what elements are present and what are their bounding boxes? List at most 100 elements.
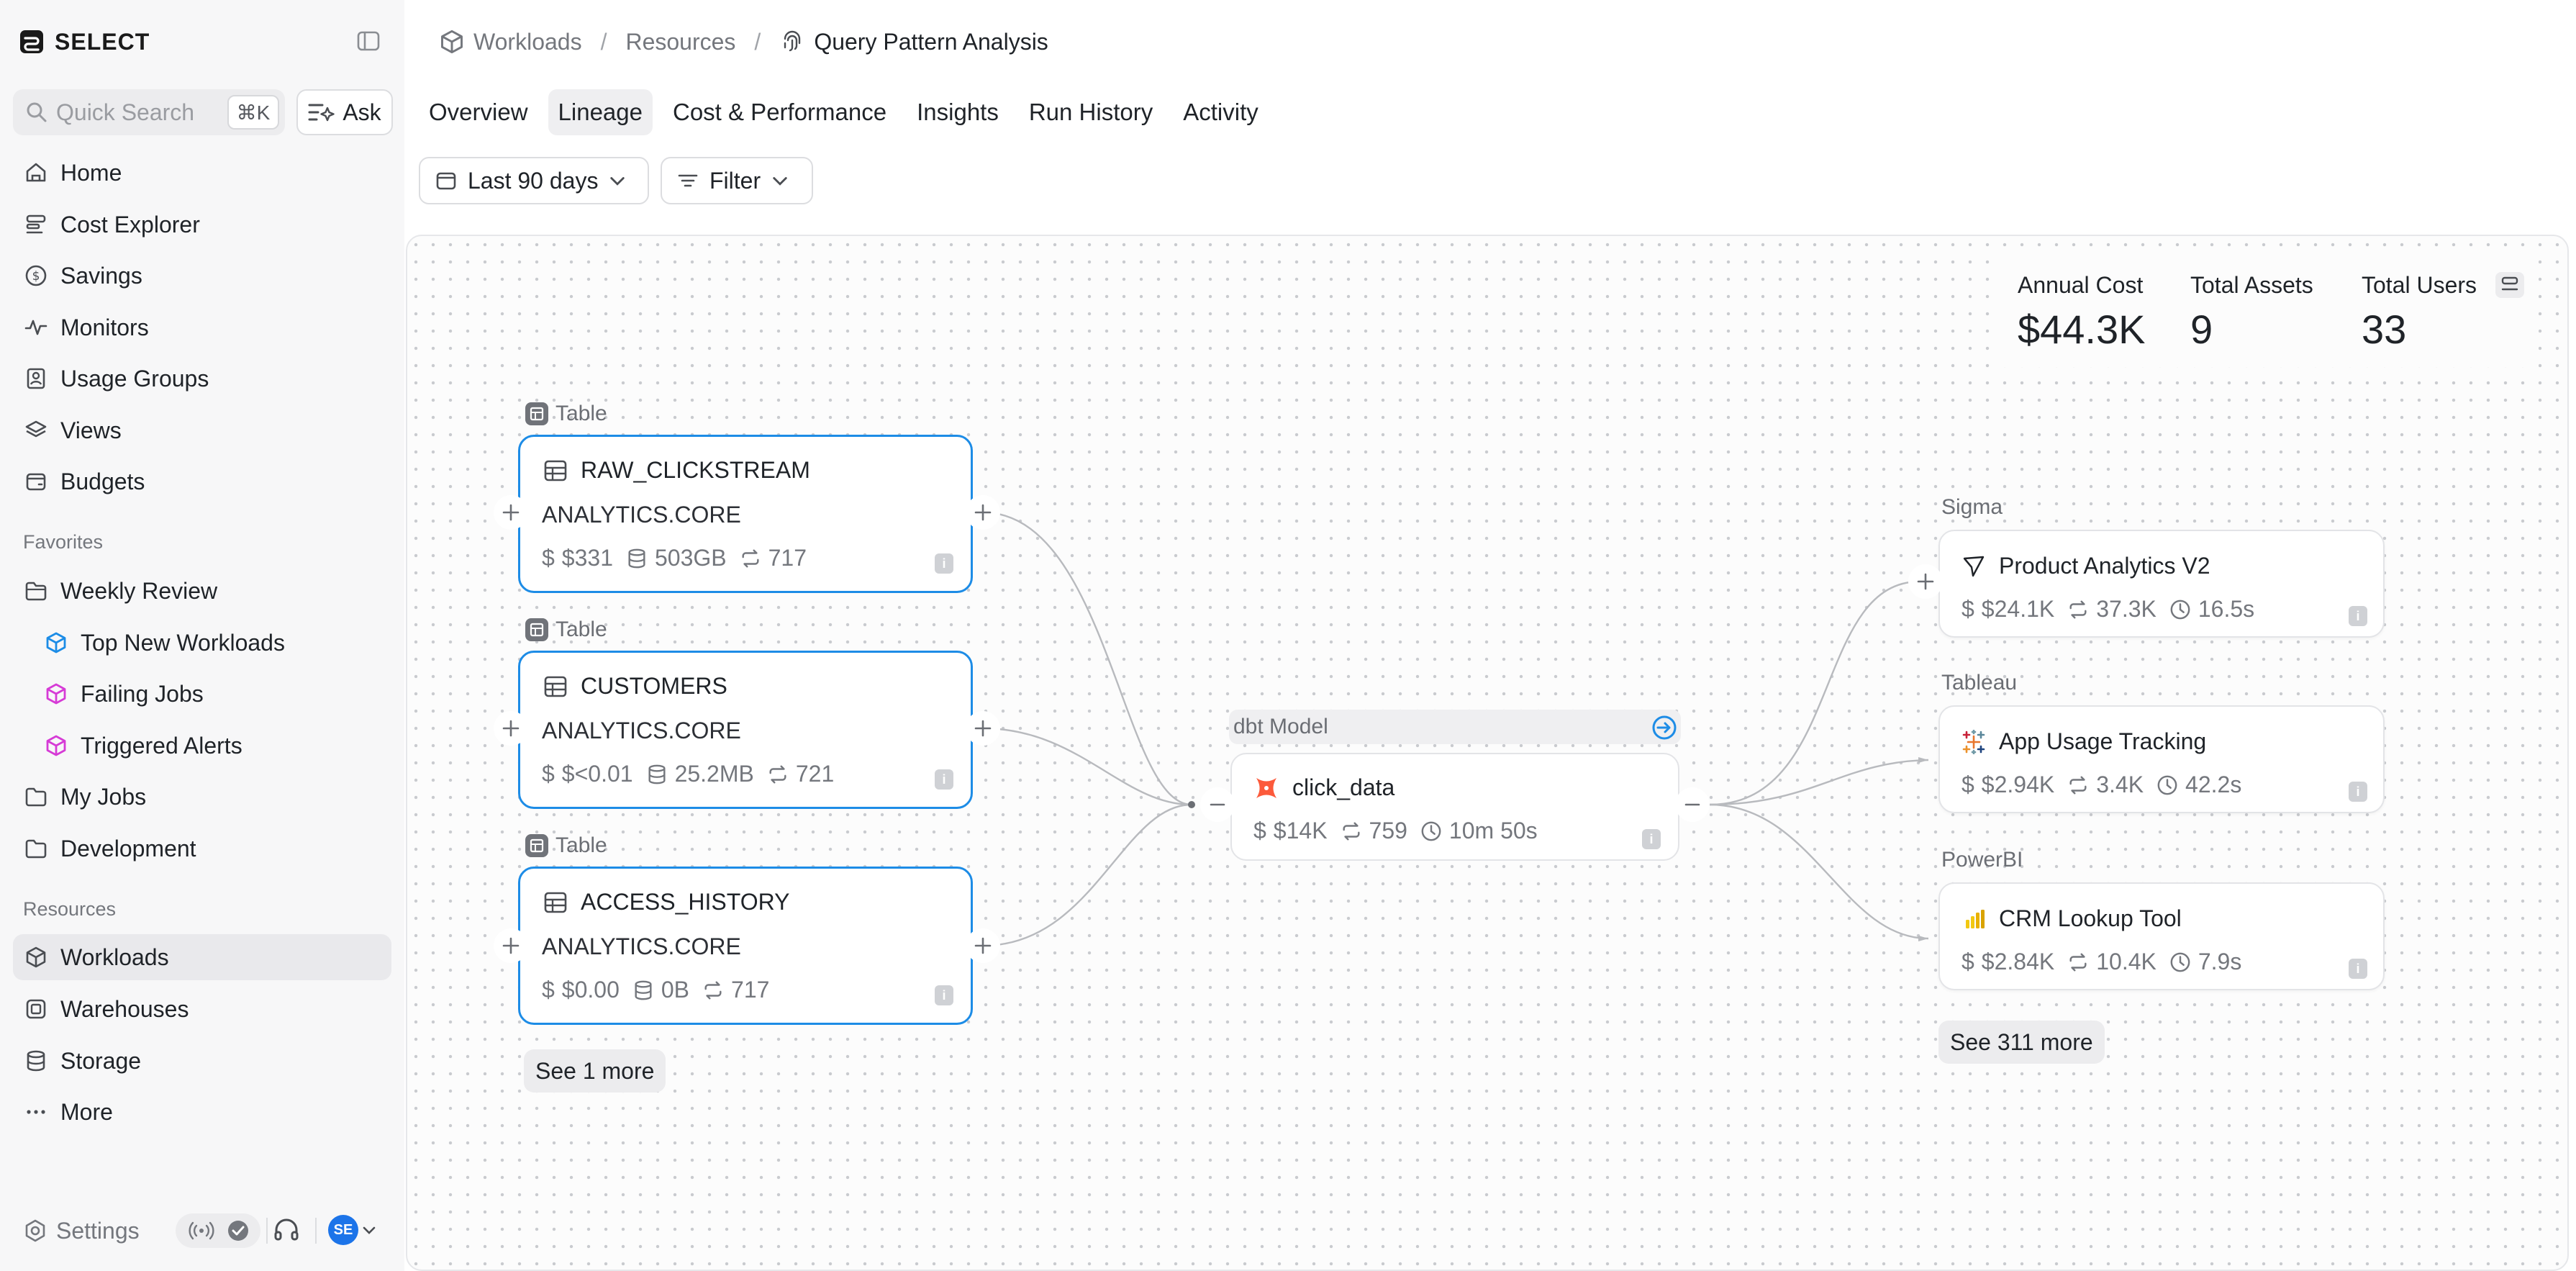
tab-run-history[interactable]: Run History (1019, 89, 1163, 135)
nav-home-label: Home (60, 159, 122, 186)
nav-usage-groups[interactable]: Usage Groups (13, 356, 391, 402)
info-icon[interactable]: i (2349, 782, 2367, 802)
nav-savings[interactable]: $ Savings (13, 253, 391, 299)
expand-downstream-handle[interactable] (966, 928, 1000, 963)
bi-node-crm-lookup-tool[interactable]: CRM Lookup Tool $ $2.84K 10.4K 7.9s i (1938, 882, 2385, 990)
nav-storage-label: Storage (60, 1047, 142, 1074)
ask-button[interactable]: Ask (296, 89, 393, 135)
total-users-stat: Total Users 33 (2362, 272, 2477, 353)
info-icon[interactable]: i (2349, 606, 2367, 626)
breadcrumb-current: Query Pattern Analysis (814, 28, 1048, 55)
nav-cost-explorer-label: Cost Explorer (60, 211, 200, 238)
sidebar-footer: Settings SE (13, 1208, 391, 1254)
runs-value: 759 (1369, 818, 1407, 843)
tab-insights[interactable]: Insights (907, 89, 1009, 135)
node-metrics: $ $24.1K 37.3K 16.5s (1962, 596, 2254, 623)
expand-upstream-handle[interactable] (494, 711, 528, 746)
more-icon (23, 1099, 49, 1125)
info-icon[interactable]: i (935, 553, 953, 574)
favorite-development[interactable]: Development (13, 826, 391, 872)
layers-icon (23, 417, 49, 443)
nav-budgets-label: Budgets (60, 468, 145, 494)
favorite-failing-jobs[interactable]: Failing Jobs (13, 671, 391, 717)
tab-lineage[interactable]: Lineage (548, 89, 653, 135)
node-metrics: $ $<0.01 25.2MB 721 (542, 761, 834, 787)
expand-upstream-handle[interactable] (1908, 564, 1943, 599)
nav-savings-label: Savings (60, 262, 142, 289)
info-icon[interactable]: i (935, 985, 953, 1005)
info-icon[interactable]: i (2349, 959, 2367, 979)
collapse-downstream-handle[interactable] (1675, 787, 1710, 822)
connection-status[interactable] (176, 1213, 260, 1248)
nav-home[interactable]: Home (13, 150, 391, 196)
favorite-triggered-alerts[interactable]: Triggered Alerts (13, 723, 391, 769)
nav-budgets[interactable]: Budgets (13, 458, 391, 505)
breadcrumb-resources[interactable]: Resources (625, 29, 735, 55)
table-node-access-history[interactable]: ACCESS_HISTORY ANALYTICS.CORE $ $0.00 0B … (518, 867, 973, 1025)
collapse-upstream-handle[interactable] (1200, 787, 1235, 822)
size-value: 0B (661, 977, 690, 1003)
headset-icon[interactable] (272, 1216, 301, 1245)
tab-overview[interactable]: Overview (419, 89, 538, 135)
date-range-select[interactable]: Last 90 days (419, 157, 649, 204)
avatar: SE (328, 1215, 358, 1245)
bi-group-label-powerbi: PowerBI (1941, 848, 2023, 872)
tab-activity[interactable]: Activity (1173, 89, 1269, 135)
cost-value: $2.84K (1981, 949, 2055, 974)
clock-icon (2170, 600, 2190, 619)
dbt-model-node[interactable]: click_data $ $14K 759 10m 50s i (1230, 753, 1679, 861)
expand-downstream-handle[interactable] (966, 495, 1000, 530)
favorite-top-new-workloads[interactable]: Top New Workloads (13, 620, 391, 666)
breadcrumb-separator: / (600, 28, 607, 55)
duration-metric: 42.2s (2157, 772, 2241, 798)
filter-button[interactable]: Filter (661, 157, 813, 204)
dollar-icon: $ (1962, 596, 1974, 622)
nav-warehouses[interactable]: Warehouses (13, 986, 391, 1032)
cube-icon (441, 30, 463, 54)
database-icon (648, 764, 666, 784)
bi-group-label-sigma: Sigma (1941, 495, 2003, 519)
nav-workloads[interactable]: Workloads (13, 934, 391, 980)
nav-monitors[interactable]: Monitors (13, 304, 391, 350)
nav-storage[interactable]: Storage (13, 1038, 391, 1084)
sidebar-toggle-icon[interactable] (357, 30, 381, 52)
see-more-upstream-button[interactable]: See 1 more (524, 1049, 666, 1093)
model-name: click_data (1292, 774, 1395, 800)
filter-icon (678, 174, 698, 187)
expand-upstream-handle[interactable] (494, 495, 528, 530)
table-icon (525, 402, 548, 425)
settings-button[interactable]: Settings (13, 1218, 140, 1244)
nav-cost-explorer[interactable]: Cost Explorer (13, 202, 391, 248)
see-more-downstream-button[interactable]: See 311 more (1938, 1021, 2105, 1064)
nav-more[interactable]: More (13, 1089, 391, 1135)
info-icon[interactable]: i (1642, 829, 1661, 849)
favorite-my-jobs[interactable]: My Jobs (13, 774, 391, 820)
dollar-icon: $ (1253, 818, 1266, 843)
duration-metric: 10m 50s (1420, 818, 1538, 844)
expand-upstream-handle[interactable] (494, 928, 528, 963)
repeat-icon (2069, 776, 2087, 794)
collapse-summary-icon[interactable] (2494, 271, 2526, 299)
table-node-raw-clickstream[interactable]: RAW_CLICKSTREAM ANALYTICS.CORE $ $331 503… (518, 435, 973, 593)
duration-metric: 7.9s (2169, 949, 2241, 975)
expand-downstream-handle[interactable] (966, 711, 1000, 746)
tab-cost-performance[interactable]: Cost & Performance (663, 89, 897, 135)
fingerprint-icon (784, 30, 801, 52)
dbt-icon (1256, 777, 1276, 798)
user-menu[interactable]: SE (328, 1215, 377, 1245)
repeat-icon (2069, 953, 2087, 971)
quick-search-input[interactable]: Quick Search ⌘K (13, 89, 285, 135)
navigate-icon[interactable] (1651, 714, 1678, 741)
nav-views[interactable]: Views (13, 407, 391, 453)
table-node-customers[interactable]: CUSTOMERS ANALYTICS.CORE $ $<0.01 25.2MB … (518, 651, 973, 809)
bi-node-app-usage-tracking[interactable]: App Usage Tracking $ $2.94K 3.4K 42.2s i (1938, 705, 2385, 813)
breadcrumb-workloads[interactable]: Workloads (473, 29, 582, 55)
bi-node-product-analytics[interactable]: Product Analytics V2 $ $24.1K 37.3K 16.5s… (1938, 530, 2385, 638)
breadcrumb: Workloads / Resources / Query Pattern An… (439, 26, 1048, 58)
tableau-icon (1962, 729, 1985, 754)
brand[interactable]: SELECT (19, 27, 150, 56)
favorite-weekly-review[interactable]: Weekly Review (13, 568, 391, 614)
size-value: 25.2MB (674, 761, 754, 787)
table-name: CUSTOMERS (581, 673, 727, 699)
info-icon[interactable]: i (935, 769, 953, 790)
